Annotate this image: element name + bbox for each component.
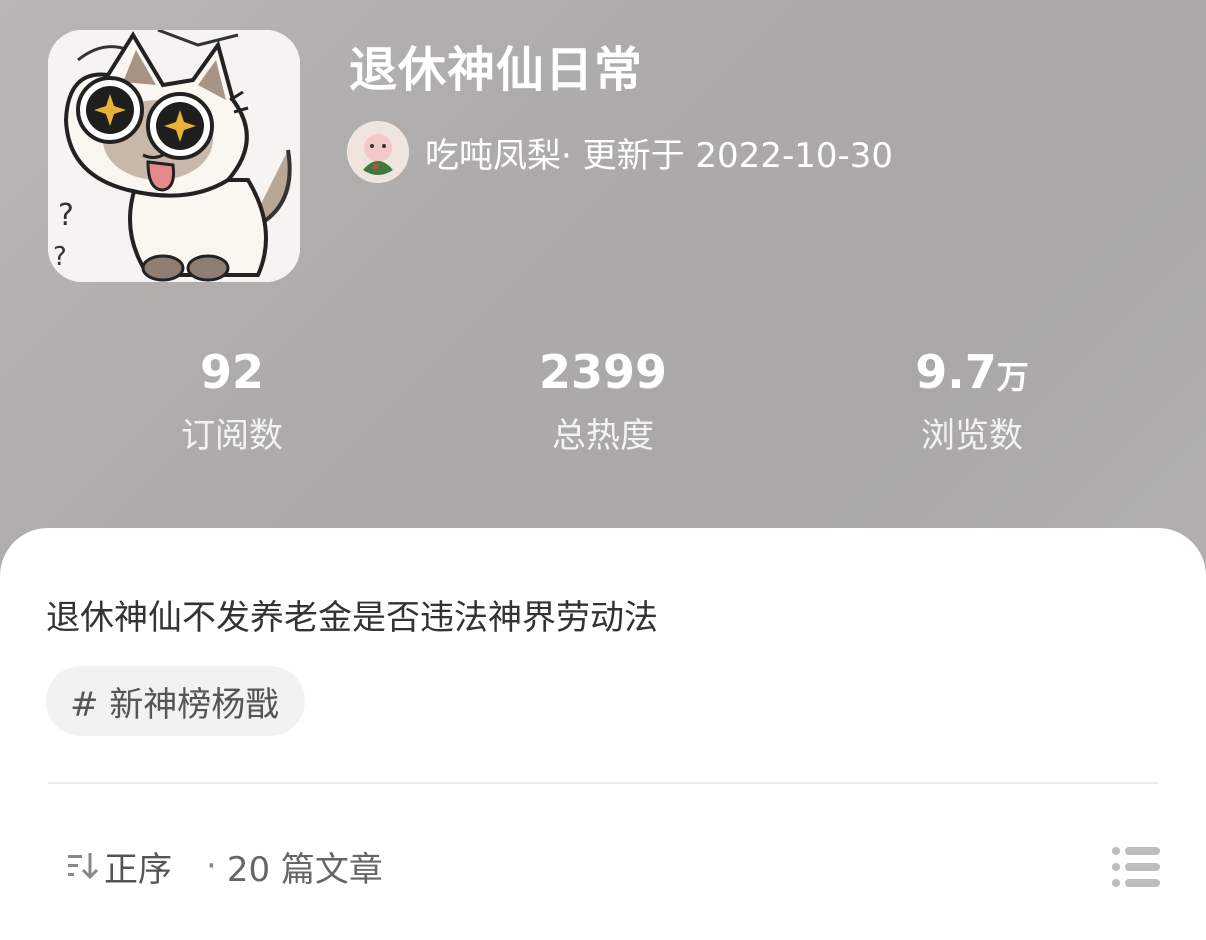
separator-dot: · [206, 846, 217, 886]
author-meta: 吃吨凤梨· 更新于 2022-10-30 [425, 128, 893, 177]
cat-illustration: ? ? [48, 30, 300, 282]
avatar-image [348, 122, 408, 182]
svg-text:?: ? [58, 198, 74, 233]
svg-text:?: ? [53, 242, 67, 272]
article-count: · 20 篇文章 [206, 840, 383, 892]
article-count-text: 20 篇文章 [226, 849, 383, 890]
author-row[interactable]: 吃吨凤梨· 更新于 2022-10-30 [347, 121, 893, 183]
list-icon [1112, 847, 1160, 887]
topic-tag[interactable]: # 新神榜杨戬 [46, 666, 306, 736]
collection-description: 退休神仙不发养老金是否违法神界劳动法 [46, 598, 658, 638]
stat-label: 总热度 [552, 416, 654, 456]
sort-order-button[interactable]: 正序 [66, 840, 172, 892]
collection-header: ? ? 退休神仙日常 吃吨凤梨· 更新于 2022-10-30 92 订阅数 2… [0, 0, 1206, 600]
stat-subscribers: 92 订阅数 [112, 342, 352, 461]
update-date: · 更新于 2022-10-30 [561, 135, 894, 176]
stat-heat: 2399 总热度 [483, 342, 723, 461]
stat-value: 9.7万 [915, 345, 1029, 399]
collection-title: 退休神仙日常 [349, 42, 644, 98]
sort-icon [68, 853, 99, 880]
sort-label: 正序 [104, 849, 172, 890]
stat-label: 浏览数 [921, 416, 1023, 456]
author-name[interactable]: 吃吨凤梨 [425, 136, 561, 176]
list-view-button[interactable] [1110, 844, 1162, 890]
stat-value: 2399 [538, 345, 668, 399]
stat-value: 92 [199, 345, 264, 399]
divider [48, 782, 1158, 784]
stat-views: 9.7万 浏览数 [852, 342, 1092, 461]
collection-cover-image[interactable]: ? ? [48, 30, 300, 282]
author-avatar[interactable] [347, 121, 409, 183]
stat-label: 订阅数 [181, 416, 283, 456]
